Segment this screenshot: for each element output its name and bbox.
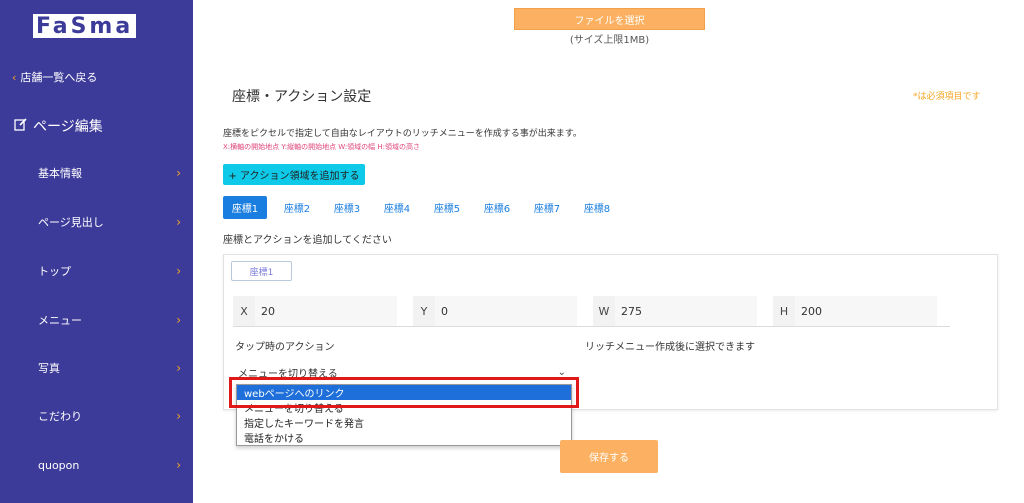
x-field[interactable]: X 20 [233,296,397,326]
chevron-right-icon: › [176,361,181,375]
coord-tag: 座標1 [231,261,292,281]
sidebar-item-label: 写真 [38,362,60,375]
y-field[interactable]: Y 0 [413,296,577,326]
y-input[interactable]: 0 [435,296,577,326]
chevron-left-icon: ‹ [12,70,17,84]
sidebar-item-menu[interactable]: メニュー › [0,310,193,330]
edit-icon [14,117,28,135]
sidebar-item-kodawari[interactable]: こだわり › [0,406,193,426]
logo-text: FaSma [33,14,137,39]
sidebar-item-quopon[interactable]: quopon › [0,455,193,475]
tab-coord-3[interactable]: 座標3 [322,196,372,219]
coordinate-tabs: 座標1 座標2 座標3 座標4 座標5 座標6 座標7 座標8 [223,196,622,219]
chevron-right-icon: › [176,313,181,327]
size-limit-note: (サイズ上限1MB) [569,35,650,46]
sidebar-item-label: こだわり [38,410,82,423]
section-title: 座標・アクション設定 [232,89,372,105]
sidebar-item-label: トップ [38,265,71,278]
tab-coord-5[interactable]: 座標5 [422,196,472,219]
required-note: *は必須項目です [913,92,981,102]
coordinate-hint: X:横軸の開始地点 Y:縦軸の開始地点 W:領域の幅 H:領域の高さ [223,143,421,151]
h-input[interactable]: 200 [795,296,937,326]
sidebar: FaSma ‹ 店舗一覧へ戻る ページ編集 基本情報 › ページ見出し › トッ… [0,0,193,503]
tab-coord-2[interactable]: 座標2 [272,196,322,219]
logo: FaSma [33,12,158,40]
tab-coord-1[interactable]: 座標1 [223,196,267,219]
option-make-call[interactable]: 電話をかける [237,430,571,445]
chevron-right-icon: › [176,215,181,229]
w-input[interactable]: 275 [615,296,757,326]
back-label: 店舗一覧へ戻る [20,71,98,84]
sidebar-item-photos[interactable]: 写真 › [0,358,193,378]
add-coords-prompt: 座標とアクションを追加してください [223,235,392,246]
tab-coord-8[interactable]: 座標8 [572,196,622,219]
tab-coord-4[interactable]: 座標4 [372,196,422,219]
sidebar-item-basic-info[interactable]: 基本情報 › [0,163,193,183]
choose-file-button[interactable]: ファイルを選択 [514,8,705,30]
page-edit-label: ページ編集 [33,119,103,135]
add-action-area-button[interactable]: + アクション領域を追加する [223,164,365,185]
w-label: W [598,304,610,318]
chevron-right-icon: › [176,458,181,472]
sidebar-item-label: quopon [38,458,80,472]
chevron-right-icon: › [176,264,181,278]
page-edit-heading: ページ編集 [14,116,103,136]
sidebar-item-label: ページ見出し [38,216,104,229]
option-say-keyword[interactable]: 指定したキーワードを発言 [237,415,571,430]
y-label: Y [420,304,428,318]
section-description: 座標をピクセルで指定して自由なレイアウトのリッチメニューを作成する事が出来ます。 [223,129,582,139]
chevron-right-icon: › [176,166,181,180]
sidebar-item-page-heading[interactable]: ページ見出し › [0,212,193,232]
save-button[interactable]: 保存する [560,440,658,473]
rich-menu-note: リッチメニュー作成後に選択できます [585,342,755,353]
sidebar-item-label: メニュー [38,314,82,327]
field-divider [233,326,950,327]
chevron-down-icon: ⌄ [557,366,566,378]
x-input[interactable]: 20 [255,296,397,326]
w-field[interactable]: W 275 [593,296,757,326]
tab-coord-7[interactable]: 座標7 [522,196,572,219]
x-label: X [240,304,248,318]
chevron-right-icon: › [176,409,181,423]
highlight-annotation-box [229,377,579,408]
h-label: H [779,304,789,318]
tab-coord-6[interactable]: 座標6 [472,196,522,219]
sidebar-item-label: 基本情報 [38,167,82,180]
tap-action-label: タップ時のアクション [235,342,335,353]
sidebar-item-top[interactable]: トップ › [0,261,193,281]
h-field[interactable]: H 200 [773,296,937,326]
back-to-store-list-link[interactable]: ‹ 店舗一覧へ戻る [12,69,97,85]
